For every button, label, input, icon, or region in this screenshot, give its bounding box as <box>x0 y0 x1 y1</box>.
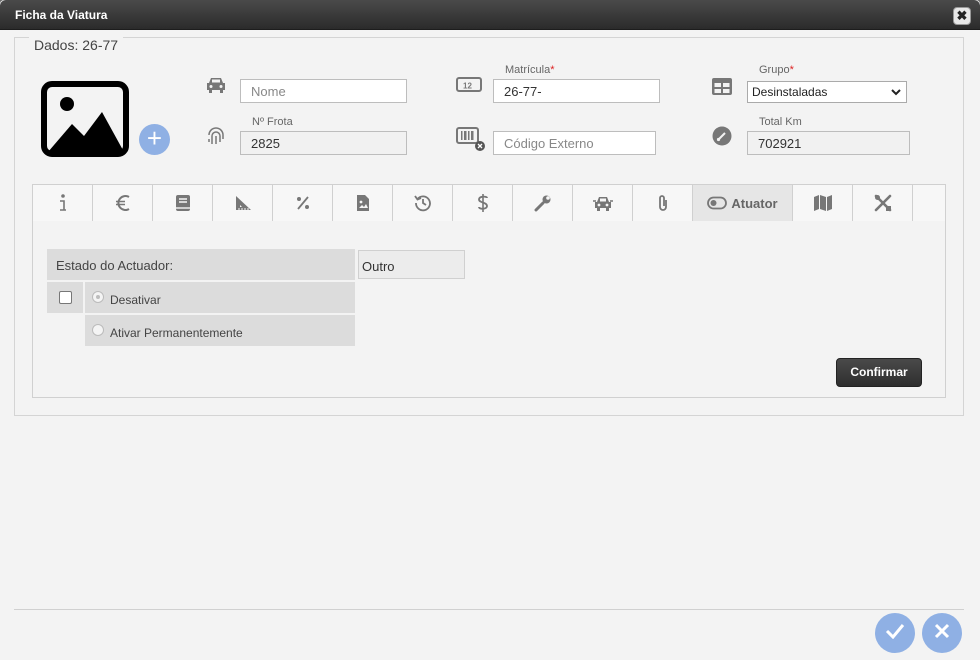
footer-divider <box>14 609 964 610</box>
file-image-icon <box>356 194 370 212</box>
tab-tools[interactable] <box>853 185 913 221</box>
wrench-icon <box>534 194 552 212</box>
grupo-selected-value: Desinstaladas <box>752 85 828 99</box>
confirm-button[interactable]: Confirmar <box>836 358 922 387</box>
image-placeholder-icon[interactable] <box>40 80 130 158</box>
paperclip-icon <box>656 194 670 212</box>
tab-measures[interactable] <box>213 185 273 221</box>
info-icon <box>58 193 68 213</box>
save-button[interactable] <box>875 613 915 653</box>
tab-map[interactable] <box>793 185 853 221</box>
matricula-input[interactable] <box>493 79 660 103</box>
dados-legend: Dados: 26-77 <box>29 37 124 53</box>
dialog-title: Ficha da Viatura <box>15 8 108 22</box>
tab-dollar[interactable] <box>453 185 513 221</box>
frota-field[interactable] <box>240 131 407 155</box>
option-row-desativar[interactable]: Desativar <box>85 282 355 313</box>
close-button[interactable]: ✖ <box>953 7 971 25</box>
license-plate-icon: 12 <box>456 76 482 96</box>
add-photo-button[interactable]: + <box>139 124 170 155</box>
actuator-checkbox[interactable] <box>59 291 72 304</box>
checkbox-cell <box>47 282 83 313</box>
matricula-label: Matrícula* <box>505 64 555 76</box>
tab-info[interactable] <box>33 185 93 221</box>
nome-input[interactable] <box>240 79 407 103</box>
map-icon <box>813 194 833 212</box>
tab-atuator-label: Atuator <box>731 195 778 211</box>
tab-vehicle[interactable] <box>573 185 633 221</box>
ativar-permanentemente-label: Ativar Permanentemente <box>110 326 243 340</box>
estado-label: Estado do Actuador: <box>47 249 355 280</box>
gauge-icon <box>711 126 735 146</box>
grupo-label: Grupo* <box>759 64 794 76</box>
cancel-button[interactable] <box>922 613 962 653</box>
dialog-titlebar[interactable]: Ficha da Viatura ✖ <box>0 0 980 30</box>
option-row-ativar-permanentemente[interactable]: Ativar Permanentemente <box>85 315 355 346</box>
book-icon <box>175 194 191 212</box>
grupo-select[interactable]: Desinstaladas <box>747 81 907 103</box>
tab-file-image[interactable] <box>333 185 393 221</box>
check-icon <box>885 623 905 644</box>
tab-book[interactable] <box>153 185 213 221</box>
percent-icon <box>295 195 311 211</box>
estado-value: Outro <box>358 250 465 279</box>
frota-label: Nº Frota <box>252 116 293 128</box>
close-icon <box>934 623 950 644</box>
ruler-triangle-icon <box>234 194 252 212</box>
history-icon <box>413 194 432 212</box>
table-icon <box>711 77 735 97</box>
euro-icon <box>115 194 131 212</box>
tab-history[interactable] <box>393 185 453 221</box>
dollar-icon <box>477 193 489 213</box>
car-front-icon <box>592 194 613 212</box>
desativar-radio[interactable] <box>92 291 104 303</box>
tab-euro[interactable] <box>93 185 153 221</box>
tab-maintenance[interactable] <box>513 185 573 221</box>
car-icon <box>204 75 228 95</box>
grupo-required-mark: * <box>789 64 794 76</box>
codigo-externo-input[interactable] <box>493 131 656 155</box>
toggle-icon <box>707 196 728 210</box>
tools-icon <box>874 194 892 212</box>
tab-atuator[interactable]: Atuator <box>693 185 793 221</box>
barcode-icon <box>456 126 486 152</box>
fingerprint-icon <box>204 126 228 146</box>
svg-text:12: 12 <box>463 82 472 91</box>
tab-percent[interactable] <box>273 185 333 221</box>
desativar-label: Desativar <box>110 293 161 307</box>
total-km-label: Total Km <box>759 116 802 128</box>
chevron-down-icon <box>890 85 902 99</box>
total-km-field[interactable] <box>747 131 910 155</box>
tab-bar: Atuator <box>32 184 946 222</box>
ativar-permanentemente-radio[interactable] <box>92 324 104 336</box>
matricula-required-mark: * <box>550 64 555 76</box>
vehicle-dialog: Ficha da Viatura ✖ Dados: 26-77 + Nº Fro… <box>0 0 980 660</box>
tab-attachments[interactable] <box>633 185 693 221</box>
